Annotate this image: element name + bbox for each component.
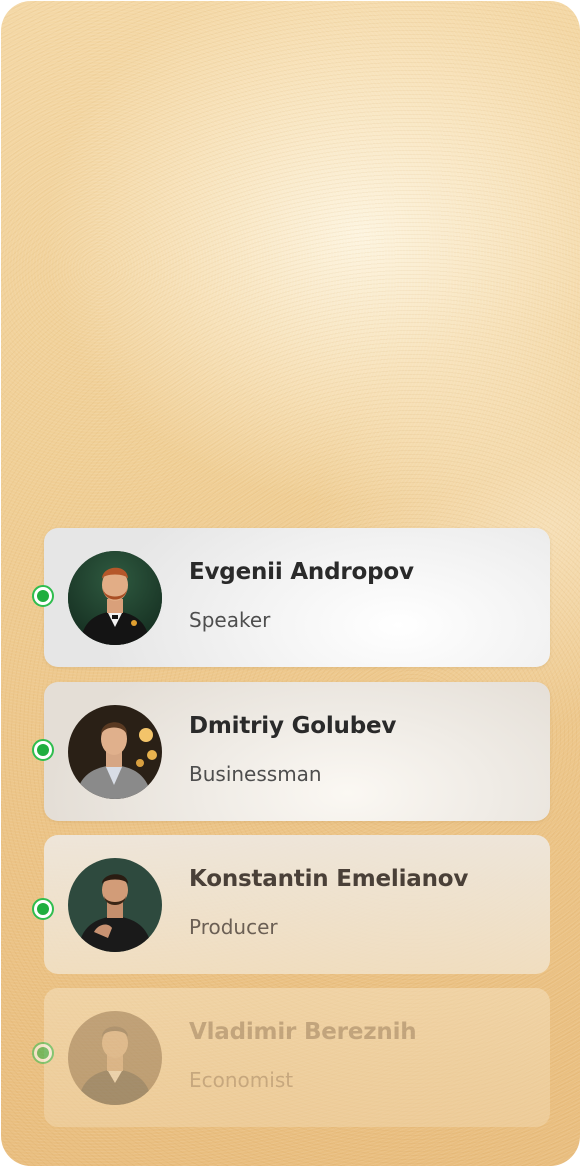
speaker-card-konstantin-emelianov[interactable]: Konstantin Emelianov Producer [32, 835, 550, 974]
speaker-name: Dmitriy Golubev [189, 713, 397, 739]
online-status-icon [32, 739, 54, 761]
speaker-role: Producer [189, 915, 278, 939]
speaker-role: Speaker [189, 608, 271, 632]
avatar [68, 858, 162, 952]
speaker-card-dmitriy-golubev[interactable]: Dmitriy Golubev Businessman [32, 682, 550, 821]
speaker-card-evgenii-andropov[interactable]: Evgenii Andropov Speaker [32, 528, 550, 667]
speaker-list: Evgenii Andropov Speaker Dmitriy Golubev… [1, 1, 580, 1166]
app-screen: Evgenii Andropov Speaker Dmitriy Golubev… [1, 1, 580, 1166]
speaker-name: Vladimir Bereznih [189, 1019, 417, 1045]
avatar [68, 1011, 162, 1105]
online-status-icon [32, 1042, 54, 1064]
online-status-icon [32, 585, 54, 607]
speaker-name: Evgenii Andropov [189, 559, 414, 585]
avatar [68, 551, 162, 645]
speaker-card-vladimir-bereznih[interactable]: Vladimir Bereznih Economist [32, 988, 550, 1127]
online-status-icon [32, 898, 54, 920]
speaker-name: Konstantin Emelianov [189, 866, 469, 892]
avatar [68, 705, 162, 799]
speaker-role: Economist [189, 1068, 294, 1092]
speaker-role: Businessman [189, 762, 322, 786]
